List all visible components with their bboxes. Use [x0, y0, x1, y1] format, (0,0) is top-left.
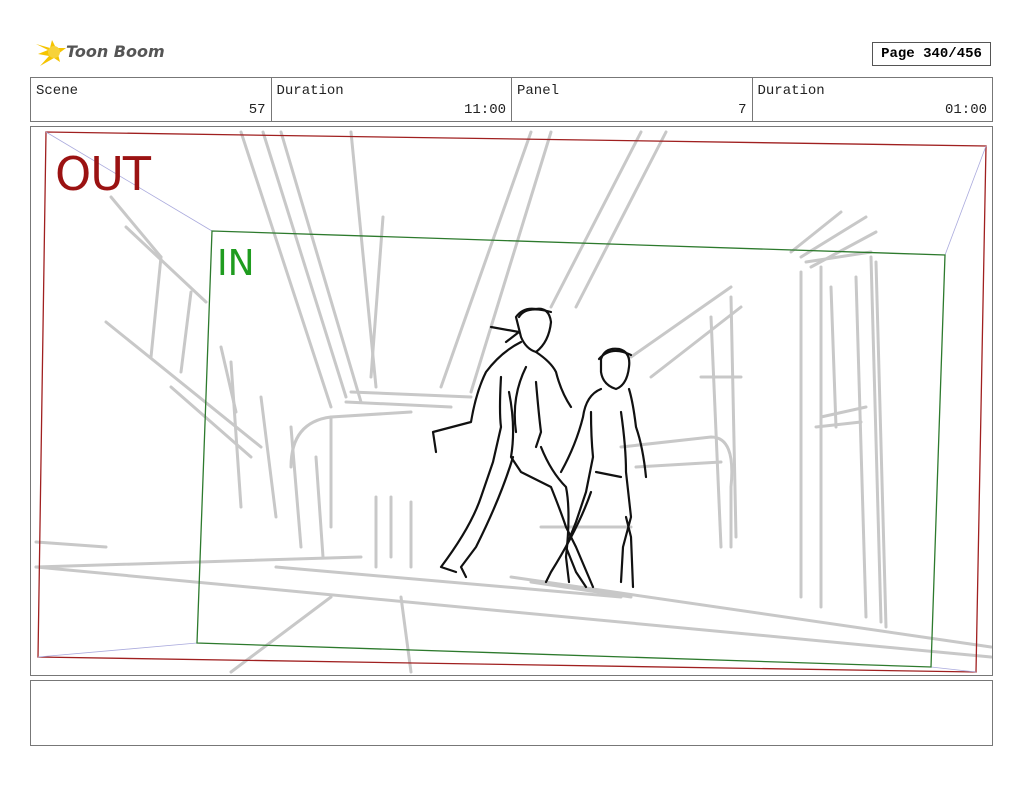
- storyboard-panel: OUT IN: [30, 126, 993, 676]
- scene-duration-value: 11:00: [463, 102, 506, 118]
- toon-boom-logo: Toon Boom: [34, 38, 165, 70]
- in-frame-label: IN: [217, 243, 255, 284]
- toon-boom-star-icon: [36, 40, 66, 66]
- header-table: Scene 57 Duration 11:00 Panel 7 Duration…: [30, 77, 993, 122]
- scene-duration-cell: Duration 11:00: [272, 78, 512, 121]
- panel-cell: Panel 7: [512, 78, 753, 121]
- panel-label: Panel: [517, 83, 560, 99]
- out-frame-label: OUT: [55, 147, 151, 201]
- panel-duration-cell: Duration 01:00: [753, 78, 993, 121]
- panel-value: 7: [738, 102, 747, 118]
- panel-duration-label: Duration: [757, 83, 825, 99]
- scene-value: 57: [248, 102, 266, 118]
- scene-label: Scene: [36, 83, 79, 99]
- page-counter: Page 340/456: [872, 42, 991, 66]
- notes-area: [30, 680, 993, 746]
- scene-duration-label: Duration: [276, 83, 344, 99]
- panel-sketch: [34, 130, 992, 674]
- brand-name: Toon Boom: [66, 42, 165, 61]
- panel-duration-value: 01:00: [944, 102, 987, 118]
- scene-cell: Scene 57: [31, 78, 272, 121]
